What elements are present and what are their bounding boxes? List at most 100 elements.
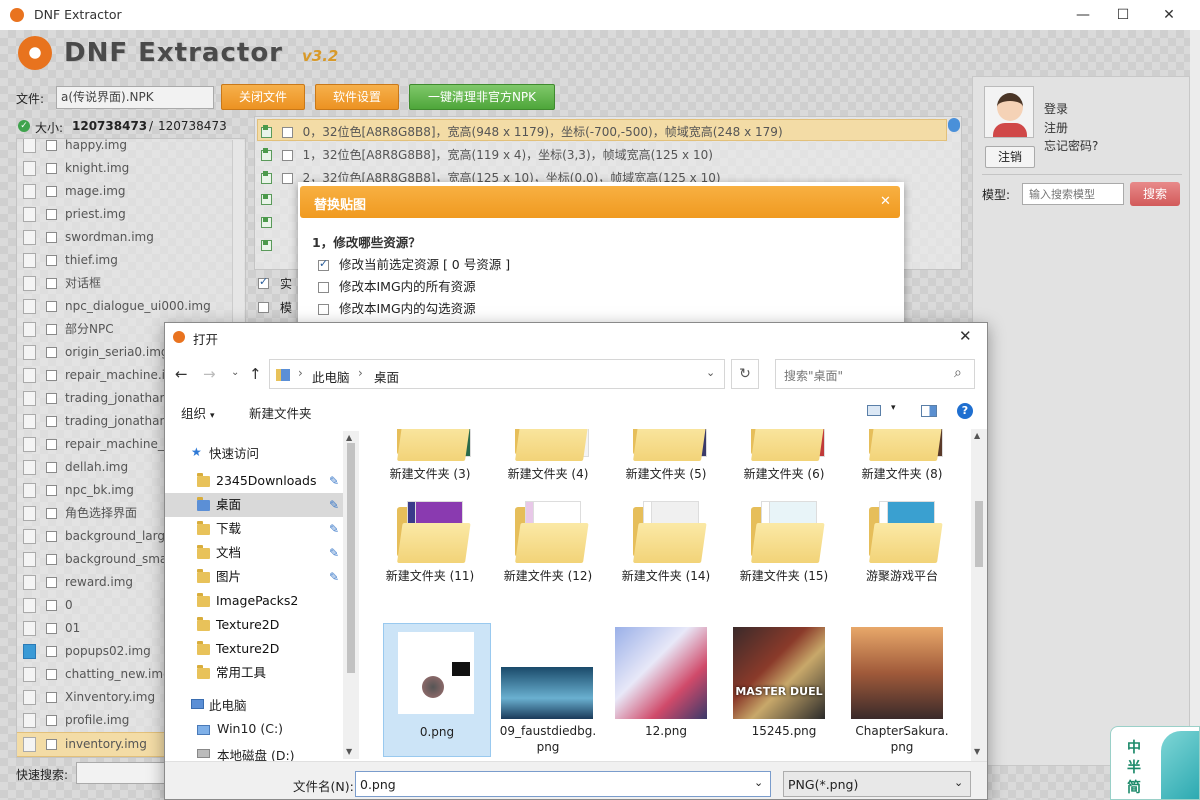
- forward-arrow-icon[interactable]: →: [203, 365, 216, 383]
- logout-button[interactable]: 注销: [985, 146, 1035, 168]
- nav-this-pc[interactable]: 此电脑: [209, 695, 247, 714]
- file-checkbox[interactable]: [46, 301, 57, 312]
- resource-row[interactable]: 1，32位色[A8R8G8B8]，宽高(119 x 4)，坐标(3,3)，帧域宽…: [261, 146, 713, 163]
- replace-option-checked-checkbox[interactable]: [318, 304, 329, 315]
- up-arrow-icon[interactable]: ↑: [249, 365, 262, 383]
- breadcrumb-desktop[interactable]: 桌面: [374, 367, 399, 386]
- file-checkbox[interactable]: [46, 347, 57, 358]
- organize-menu[interactable]: 组织 ▾: [181, 403, 215, 422]
- image-tile[interactable]: 0.png: [383, 623, 491, 757]
- nav-quick-access[interactable]: 快速访问: [209, 443, 259, 462]
- file-checkbox[interactable]: [46, 669, 57, 680]
- nav-scrollbar[interactable]: ▲ ▼: [343, 431, 359, 759]
- option-checkbox-1[interactable]: [258, 275, 269, 290]
- file-checkbox[interactable]: [46, 554, 57, 565]
- new-folder-button[interactable]: 新建文件夹: [249, 403, 312, 422]
- view-dropdown-icon[interactable]: ▾: [891, 403, 896, 413]
- file-checkbox[interactable]: [46, 739, 57, 750]
- address-dropdown-icon[interactable]: ⌄: [706, 366, 715, 379]
- file-checkbox[interactable]: [46, 163, 57, 174]
- resource-row-placeholder[interactable]: [261, 215, 272, 229]
- replace-option-current-checkbox[interactable]: [318, 257, 329, 271]
- replace-option-checked[interactable]: 修改本IMG内的勾选资源: [318, 298, 476, 317]
- pin-icon[interactable]: ✎: [329, 565, 339, 589]
- nav-item[interactable]: 常用工具: [165, 661, 345, 685]
- resource-checkbox[interactable]: [281, 173, 293, 184]
- recent-dropdown-icon[interactable]: ⌄: [231, 367, 239, 378]
- file-list-item[interactable]: npc_dialogue_ui000.img: [17, 295, 245, 318]
- view-options-icon[interactable]: [867, 405, 881, 416]
- register-link[interactable]: 注册: [1044, 119, 1068, 136]
- file-list-item[interactable]: thief.img: [17, 249, 245, 272]
- pin-icon[interactable]: ✎: [329, 541, 339, 565]
- replace-dialog-close-icon[interactable]: ✕: [880, 194, 891, 209]
- file-checkbox[interactable]: [46, 370, 57, 381]
- model-search-input[interactable]: [1022, 183, 1124, 205]
- settings-button[interactable]: 软件设置: [315, 84, 399, 110]
- clean-npk-button[interactable]: 一键清理非官方NPK: [409, 84, 555, 110]
- open-dialog-close-button[interactable]: ✕: [959, 327, 972, 345]
- file-checkbox[interactable]: [46, 485, 57, 496]
- resource-row[interactable]: 0，32位色[A8R8G8B8]，宽高(948 x 1179)，坐标(-700,…: [261, 123, 783, 140]
- close-file-button[interactable]: 关闭文件: [221, 84, 305, 110]
- refresh-button[interactable]: ↻: [731, 359, 759, 389]
- resource-scroll-thumb[interactable]: [948, 118, 960, 132]
- close-window-button[interactable]: ✕: [1146, 0, 1192, 30]
- file-checkbox[interactable]: [46, 692, 57, 703]
- image-tile[interactable]: 12.png: [611, 623, 721, 755]
- image-tile[interactable]: 09_faustdiedbg. png: [493, 623, 603, 755]
- file-checkbox[interactable]: [46, 600, 57, 611]
- file-list-item[interactable]: knight.img: [17, 157, 245, 180]
- maximize-button[interactable]: ☐: [1100, 0, 1146, 30]
- nav-item[interactable]: 2345Downloads ✎: [165, 469, 345, 493]
- file-checkbox[interactable]: [46, 439, 57, 450]
- pin-icon[interactable]: ✎: [329, 517, 339, 541]
- image-tile[interactable]: MASTER DUEL 15245.png: [729, 623, 839, 755]
- ime-mode-1[interactable]: 中: [1127, 737, 1141, 757]
- file-list-item[interactable]: happy.img: [17, 139, 245, 157]
- file-checkbox[interactable]: [46, 416, 57, 427]
- file-checkbox[interactable]: [46, 324, 57, 335]
- option-checkbox-2[interactable]: [258, 300, 269, 314]
- content-scrollbar[interactable]: ▲ ▼: [971, 429, 987, 761]
- breadcrumb-this-pc[interactable]: 此电脑: [312, 367, 350, 386]
- filetype-select[interactable]: PNG(*.png) ⌄: [783, 771, 971, 797]
- forgot-password-link[interactable]: 忘记密码?: [1044, 137, 1098, 154]
- preview-pane-icon[interactable]: [921, 405, 937, 417]
- help-icon[interactable]: ?: [957, 403, 973, 419]
- nav-item[interactable]: Texture2D: [165, 637, 345, 661]
- image-tile[interactable]: ChapterSakura. png: [847, 623, 957, 755]
- file-checkbox[interactable]: [46, 186, 57, 197]
- file-checkbox[interactable]: [46, 646, 57, 657]
- filename-dropdown-icon[interactable]: ⌄: [754, 776, 763, 789]
- ime-toolbar[interactable]: 中 半 简: [1110, 726, 1200, 800]
- pin-icon[interactable]: ✎: [329, 469, 339, 493]
- nav-item[interactable]: ImagePacks2: [165, 589, 345, 613]
- nav-item[interactable]: 桌面 ✎: [165, 493, 345, 517]
- resource-checkbox[interactable]: [281, 127, 293, 138]
- filetype-dropdown-icon[interactable]: ⌄: [954, 776, 963, 789]
- file-list-item[interactable]: 对话框: [17, 272, 245, 295]
- file-path-field[interactable]: a(传说界面).NPK: [56, 86, 214, 109]
- file-checkbox[interactable]: [46, 255, 57, 266]
- file-list-item[interactable]: mage.img: [17, 180, 245, 203]
- file-checkbox[interactable]: [46, 531, 57, 542]
- folder-search-field[interactable]: 搜索"桌面" ⌕: [775, 359, 975, 389]
- nav-drive-c[interactable]: Win10 (C:): [217, 721, 283, 736]
- file-checkbox[interactable]: [46, 209, 57, 220]
- address-bar[interactable]: › 此电脑 › 桌面 ⌄: [269, 359, 725, 389]
- file-checkbox[interactable]: [46, 462, 57, 473]
- resource-row-placeholder[interactable]: [261, 192, 272, 206]
- back-arrow-icon[interactable]: ←: [175, 365, 188, 383]
- replace-option-all-checkbox[interactable]: [318, 282, 329, 293]
- resource-checkbox[interactable]: [281, 150, 293, 161]
- nav-item[interactable]: 图片 ✎: [165, 565, 345, 589]
- file-checkbox[interactable]: [46, 715, 57, 726]
- file-list-item[interactable]: priest.img: [17, 203, 245, 226]
- file-checkbox[interactable]: [46, 140, 57, 151]
- filename-input[interactable]: 0.png ⌄: [355, 771, 771, 797]
- replace-option-current[interactable]: 修改当前选定资源 [ 0 号资源 ]: [318, 254, 510, 273]
- pin-icon[interactable]: ✎: [329, 493, 339, 517]
- model-search-button[interactable]: 搜索: [1130, 182, 1180, 206]
- quick-search-input[interactable]: [76, 762, 166, 784]
